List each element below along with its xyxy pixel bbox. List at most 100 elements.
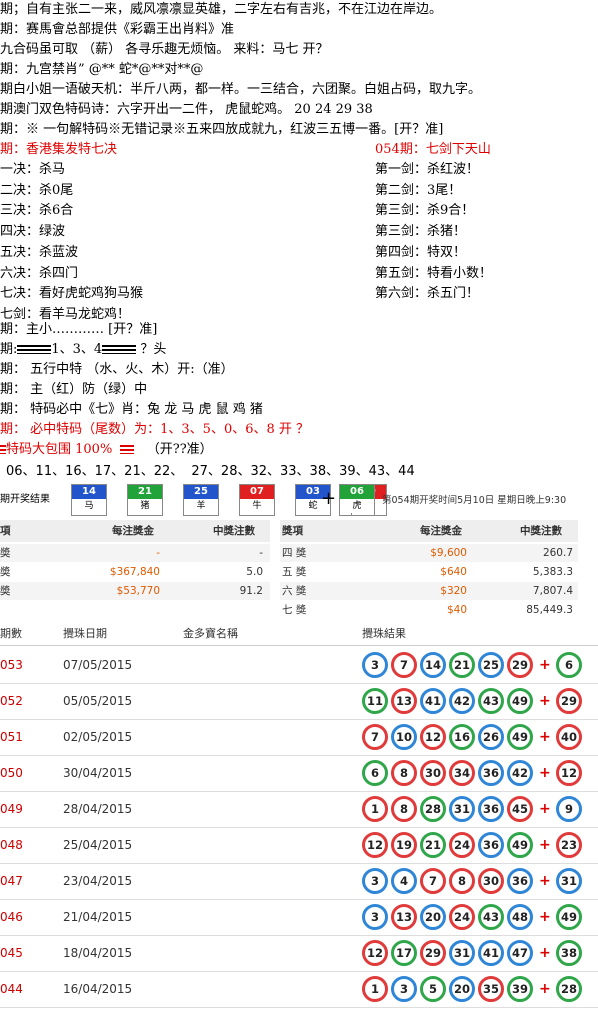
result-ball: 35 (478, 976, 504, 1002)
result-ball: 21 (420, 832, 446, 858)
plus-sign: + (539, 657, 551, 673)
left-list-item: 四决：绿波 (0, 224, 66, 240)
result-ball: 43 (478, 904, 504, 930)
result-ball: 16 (449, 724, 475, 750)
result-ball: 24 (449, 904, 475, 930)
issue-number: 048 (0, 838, 23, 852)
latest-draw-strip: 期开奖结果 14马21猪25羊07牛03蛇29兔06虎 + 第054期开奖时间5… (0, 482, 598, 516)
result-ball: 3 (362, 904, 388, 930)
tip-line-6: 期澳门双色特码诗：六字开出一二件， 虎鼠蛇鸡。 20 24 29 38 (0, 102, 373, 117)
history-row: 046 21/04/2015 3 13 20 24 43 48 +49 (0, 900, 598, 936)
result-ball: 41 (478, 940, 504, 966)
result-ball: 7 (420, 868, 446, 894)
tip-line-13: 期： 特码必中《七》肖：兔 龙 马 虎 鼠 鸡 猪 (0, 402, 263, 417)
right-list-item: 第一剑：杀红波！ (375, 162, 480, 177)
issue-number: 053 (0, 658, 23, 672)
tip-line-10-suffix: ？头 (140, 342, 167, 357)
result-ball: 36 (507, 868, 533, 894)
prize-amount: $640 (440, 566, 467, 578)
left-list-item: 三决：杀6合 (0, 203, 74, 219)
result-ball: 13 (391, 688, 417, 714)
ball-number: 14 (72, 485, 106, 499)
result-ball: 36 (478, 832, 504, 858)
draw-ball: 14 马 (71, 484, 107, 516)
result-ball: 31 (449, 796, 475, 822)
result-ball: 3 (391, 976, 417, 1002)
result-ball: 36 (478, 796, 504, 822)
prize-amount: $367,840 (109, 566, 160, 578)
special-ball: 29 (556, 688, 582, 714)
section-title-left: 期：香港集发特七决 (0, 142, 118, 157)
prize-count: 7,807.4 (532, 585, 573, 597)
result-ball: 24 (449, 832, 475, 858)
special-ball: 6 (556, 652, 582, 678)
prize-amount: $9,600 (430, 547, 467, 559)
issue-number: 044 (0, 982, 23, 996)
left-list-item: 六决：杀四门 (0, 265, 79, 281)
history-header-name: 金多寶名稱 (183, 627, 238, 640)
result-ball: 12 (420, 724, 446, 750)
prize-table: 項 每注獎金 中獎注數 獎項 每注獎金 中獎注數 奬 - - 奬 $367,840 5.0… (0, 520, 598, 620)
result-ball: 7 (391, 652, 417, 678)
result-ball: 39 (507, 976, 533, 1002)
result-ball: 48 (507, 904, 533, 930)
result-ball: 29 (420, 940, 446, 966)
prize-count: 260.7 (542, 547, 573, 559)
tip-line-7: 期：※ 一句解特码※无错记录※五来四放成就九，红波三五博一番。[开？准] (0, 122, 444, 137)
result-ball: 5 (420, 976, 446, 1002)
result-ball: 49 (507, 688, 533, 714)
result-ball: 6 (362, 760, 388, 786)
history-header-result: 攪珠結果 (362, 627, 406, 640)
tip-line-9: 期：主小………… [开？准] (0, 322, 158, 337)
result-ball: 25 (478, 652, 504, 678)
prize-name: 五 獎 (282, 566, 307, 578)
issue-number: 045 (0, 946, 23, 960)
result-ball: 11 (362, 688, 388, 714)
result-ball: 29 (507, 652, 533, 678)
tip-line-3: 九合码虽可取 （薪） 各寻乐趣无烦恼。 来料：马七 开？ (0, 42, 329, 57)
issue-number: 051 (0, 730, 23, 744)
result-ball: 7 (362, 724, 388, 750)
result-ball: 21 (449, 652, 475, 678)
result-ball: 1 (362, 796, 388, 822)
result-ball: 14 (420, 652, 446, 678)
result-ball: 49 (507, 832, 533, 858)
draw-date: 07/05/2015 (63, 658, 133, 672)
result-ball: 43 (478, 688, 504, 714)
result-ball: 3 (362, 652, 388, 678)
right-list-item: 第三剑：杀9合！ (375, 203, 475, 219)
left-list-item: 五决：杀蓝波 (0, 244, 79, 260)
special-ball: 23 (556, 832, 582, 858)
prize-header-count: 中獎注數 (213, 525, 255, 537)
bars-graphic (102, 345, 137, 354)
result-ball: 19 (391, 832, 417, 858)
result-ball: 42 (449, 688, 475, 714)
prize-amount: - (156, 547, 160, 559)
left-list-item: 一决：杀马 (0, 162, 66, 177)
tip-line-5: 期白小姐一语破天机：半斤八两，都一样。一三结合，六团聚。白姐占码，取九字。 (0, 82, 482, 97)
prize-header-count-right: 中獎注數 (520, 525, 562, 537)
result-ball: 30 (478, 868, 504, 894)
tip-line-4: 期：九宫禁肖” @** 蛇*@**对**@ (0, 62, 204, 77)
special-ball: 49 (556, 904, 582, 930)
ball-number: 25 (184, 485, 218, 499)
result-ball: 8 (391, 760, 417, 786)
result-ball: 49 (507, 724, 533, 750)
history-row: 051 02/05/2015 7 10 12 16 26 49 +40 (0, 720, 598, 756)
draw-ball: 25 羊 (183, 484, 219, 516)
issue-number: 049 (0, 802, 23, 816)
result-ball: 4 (391, 868, 417, 894)
draw-info: 第054期开奖时间5月10日 星期日晚上9:30 (382, 495, 567, 506)
special-ball: 12 (556, 760, 582, 786)
ball-zodiac: 猪 (128, 499, 162, 513)
plus-sign: + (539, 837, 551, 853)
ball-zodiac: 羊 (184, 499, 218, 513)
result-ball: 3 (362, 868, 388, 894)
result-ball: 41 (420, 688, 446, 714)
result-ball: 12 (362, 832, 388, 858)
draw-title: 期开奖结果 (0, 494, 50, 505)
prize-count: 5.0 (246, 566, 263, 578)
left-list-item: 二决：杀0尾 (0, 182, 74, 198)
result-ball: 8 (449, 868, 475, 894)
tip-line-15-suffix: （开??准） (146, 442, 213, 457)
